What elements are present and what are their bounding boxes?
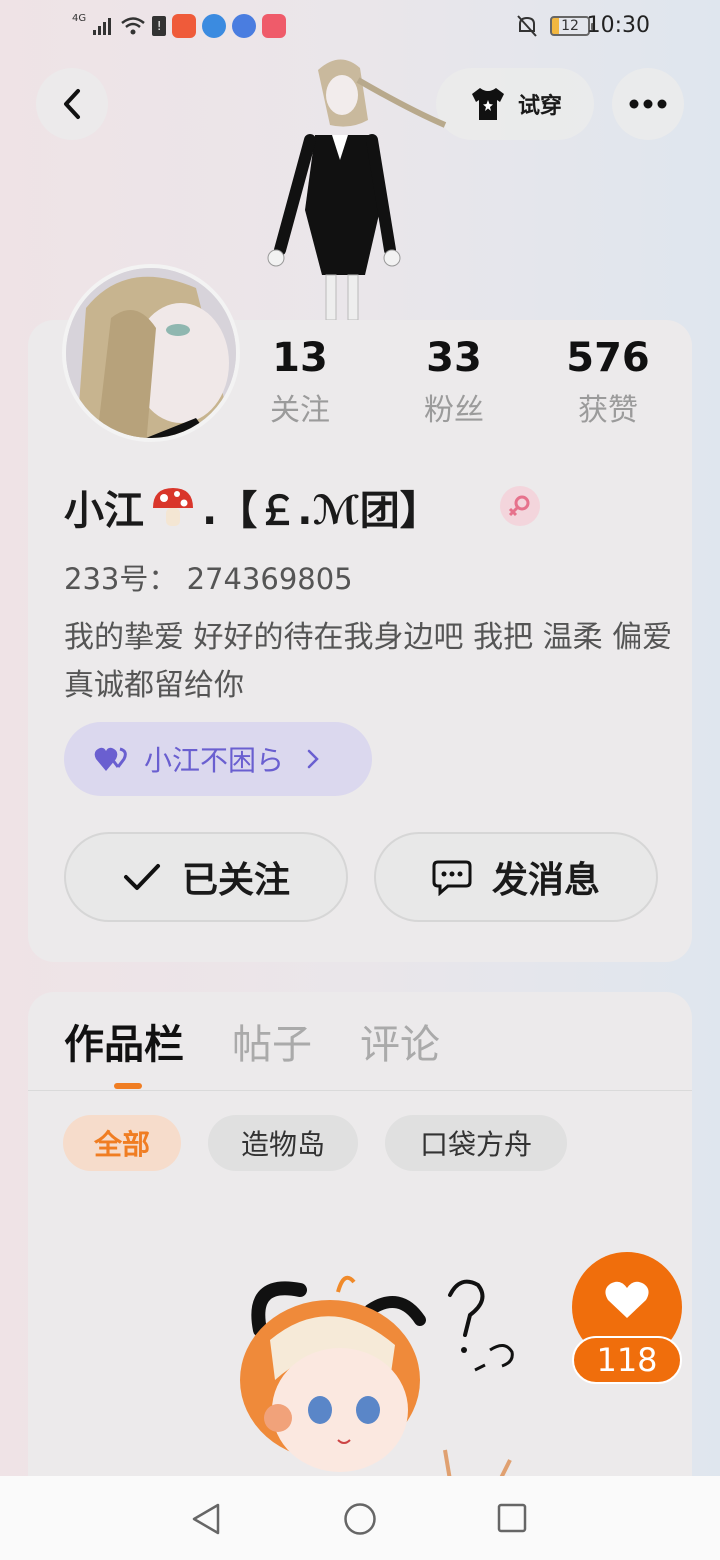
stat-value: 33 xyxy=(426,335,482,381)
tshirt-icon xyxy=(471,88,504,120)
user-id: 233号： 274369805 xyxy=(64,562,353,596)
app-icon-blue xyxy=(202,14,227,38)
follow-button[interactable]: 已关注 xyxy=(64,832,348,922)
tab-works[interactable]: 作品栏 xyxy=(64,1012,184,1070)
stat-value: 13 xyxy=(272,335,328,381)
filter-chip-all[interactable]: 全部 xyxy=(63,1115,181,1171)
check-icon xyxy=(123,864,160,890)
user-name-prefix: 小江 xyxy=(64,488,144,534)
message-button[interactable]: 发消息 xyxy=(374,832,658,922)
battery-indicator: 12 xyxy=(550,16,594,36)
chevron-right-icon xyxy=(307,749,319,769)
stat-label: 获赞 xyxy=(578,393,638,428)
more-dots-icon xyxy=(629,99,667,109)
clock: 10:30 xyxy=(586,13,650,38)
wifi-icon xyxy=(121,17,145,35)
tab-posts[interactable]: 帖子 xyxy=(232,1012,312,1070)
tabs-divider xyxy=(28,1090,692,1091)
app-icon-music xyxy=(232,14,257,38)
stat-label: 关注 xyxy=(270,393,330,428)
signal-icon xyxy=(93,18,112,35)
bell-muted-icon xyxy=(517,15,537,37)
back-triangle-icon[interactable] xyxy=(190,1502,222,1536)
stat-value: 576 xyxy=(566,335,650,381)
female-icon xyxy=(508,495,530,517)
app-icon-pink xyxy=(262,14,287,38)
follow-label: 已关注 xyxy=(181,860,290,901)
avatar-portrait xyxy=(66,268,236,438)
app-icon-orange xyxy=(172,14,197,38)
avatar-character-figure xyxy=(267,59,447,320)
post-thumbnail-character[interactable] xyxy=(220,1270,540,1480)
more-button[interactable] xyxy=(612,68,684,140)
system-navigation-bar xyxy=(0,1476,720,1560)
status-bar: 4G ! 12 10:30 xyxy=(0,0,720,56)
user-name: 小江 .【￡.ℳ团】 xyxy=(64,478,440,536)
group-tag-label: 小江不困ら xyxy=(144,744,285,777)
mushroom-icon xyxy=(153,488,193,526)
back-button[interactable] xyxy=(36,68,108,140)
stat-likes[interactable]: 576 获赞 xyxy=(548,330,668,436)
content-tabs: 作品栏 帖子 评论 xyxy=(64,1012,440,1070)
message-label: 发消息 xyxy=(491,860,600,901)
active-tab-indicator xyxy=(114,1083,142,1089)
alert-icon: ! xyxy=(152,16,167,36)
filter-chip-pocket-ark[interactable]: 口袋方舟 xyxy=(385,1115,567,1171)
group-tag-button[interactable]: 小江不困ら xyxy=(64,722,372,796)
user-bio: 我的挚爱 好好的待在我身边吧 我把 温柔 偏爱 真诚都留给你 xyxy=(64,620,673,703)
stat-label: 粉丝 xyxy=(424,393,484,428)
chat-bubble-icon xyxy=(432,860,472,896)
heart-icon xyxy=(605,1281,649,1318)
gender-badge xyxy=(500,486,540,526)
stat-following[interactable]: 13 关注 xyxy=(240,330,360,436)
stat-fans[interactable]: 33 粉丝 xyxy=(394,330,514,436)
double-heart-icon xyxy=(94,747,127,771)
tab-comments[interactable]: 评论 xyxy=(360,1012,440,1070)
home-circle-icon[interactable] xyxy=(343,1502,377,1536)
recents-square-icon[interactable] xyxy=(496,1502,528,1534)
filter-chip-creation-island[interactable]: 造物岛 xyxy=(208,1115,358,1171)
network-indicator: 4G xyxy=(72,12,87,24)
chevron-left-icon xyxy=(64,89,80,119)
avatar[interactable] xyxy=(62,264,240,442)
try-on-label: 试穿 xyxy=(517,94,562,119)
user-name-suffix: .【￡.ℳ团】 xyxy=(202,488,440,534)
post-like-count: 118 xyxy=(572,1336,682,1384)
